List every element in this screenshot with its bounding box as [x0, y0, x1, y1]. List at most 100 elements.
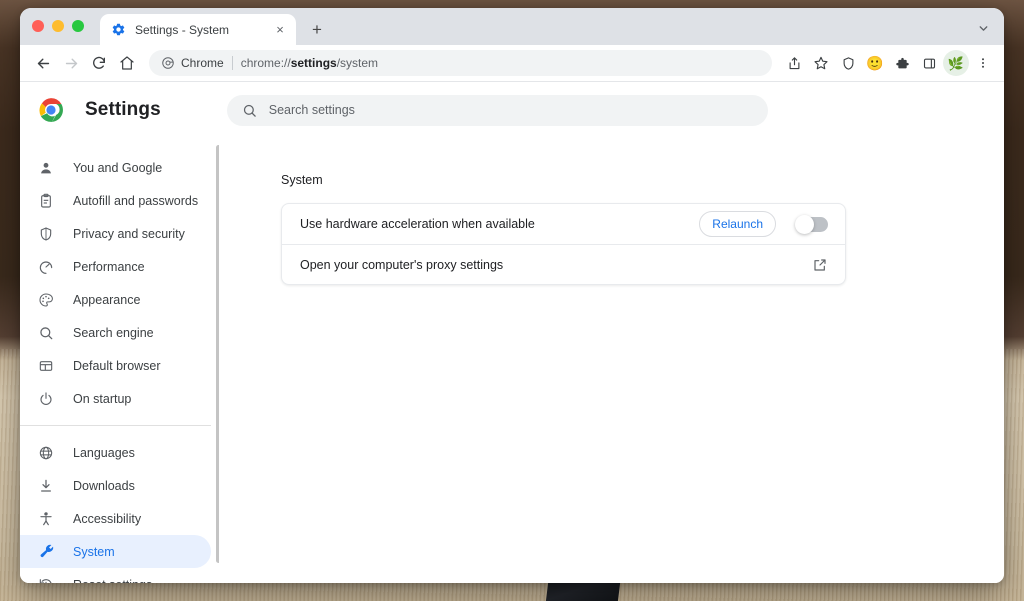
- sidebar-item-performance[interactable]: Performance: [20, 250, 211, 283]
- sidebar-scrollbar[interactable]: [216, 145, 219, 563]
- forward-arrow-icon: [63, 55, 80, 72]
- account-avatar-button[interactable]: 🌿: [943, 50, 969, 76]
- chrome-logo-icon: [38, 97, 64, 123]
- sidebar-item-label: Reset settings: [73, 578, 152, 584]
- share-button[interactable]: [781, 50, 807, 76]
- globe-icon: [36, 443, 56, 463]
- hardware-acceleration-label: Use hardware acceleration when available: [300, 217, 699, 231]
- side-panel-icon: [922, 56, 937, 71]
- system-settings-card: Use hardware acceleration when available…: [281, 203, 846, 285]
- url-highlight: settings: [291, 56, 337, 70]
- palette-icon: [36, 290, 56, 310]
- hardware-acceleration-toggle[interactable]: [796, 217, 828, 232]
- person-accessibility-icon: [36, 509, 56, 529]
- speedometer-icon: [36, 257, 56, 277]
- wrench-icon: [36, 542, 56, 562]
- reload-icon: [91, 55, 107, 71]
- new-tab-button[interactable]: +: [305, 17, 329, 41]
- download-icon: [36, 476, 56, 496]
- shield-icon: [36, 224, 56, 244]
- tab-title: Settings - System: [135, 23, 263, 37]
- proxy-settings-label: Open your computer's proxy settings: [300, 258, 812, 272]
- browser-tab[interactable]: Settings - System ×: [100, 14, 296, 45]
- avatar: 🌿: [943, 50, 969, 76]
- forward-button[interactable]: [58, 50, 84, 76]
- sidebar-item-label: Performance: [73, 260, 145, 274]
- sidebar-item-system[interactable]: System: [20, 535, 211, 568]
- sidebar-item-label: You and Google: [73, 161, 162, 175]
- url-prefix: chrome://: [241, 56, 291, 70]
- share-icon: [787, 56, 802, 71]
- extensions-puzzle-icon: [895, 56, 910, 71]
- sidebar-item-label: Appearance: [73, 293, 140, 307]
- toggle-knob: [795, 215, 814, 234]
- tab-search-button[interactable]: [972, 17, 994, 39]
- extensions-button[interactable]: [889, 50, 915, 76]
- home-button[interactable]: [114, 50, 140, 76]
- address-bar-url: chrome://settings/system: [241, 56, 378, 70]
- external-link-icon[interactable]: [812, 257, 828, 273]
- site-chip[interactable]: Chrome: [161, 56, 224, 70]
- sidebar-item-label: Languages: [73, 446, 135, 460]
- sidebar-item-languages[interactable]: Languages: [20, 436, 211, 469]
- back-button[interactable]: [30, 50, 56, 76]
- sidebar-item-reset-settings[interactable]: Reset settings: [20, 568, 211, 583]
- side-panel-button[interactable]: [916, 50, 942, 76]
- more-menu-icon: [976, 56, 990, 70]
- sidebar-item-accessibility[interactable]: Accessibility: [20, 502, 211, 535]
- close-tab-button[interactable]: ×: [272, 22, 288, 38]
- sidebar-item-privacy-and-security[interactable]: Privacy and security: [20, 217, 211, 250]
- maximize-window-button[interactable]: [72, 20, 84, 32]
- sidebar-divider: [20, 425, 211, 426]
- sidebar-item-downloads[interactable]: Downloads: [20, 469, 211, 502]
- profile-face-button[interactable]: 🙂: [862, 50, 888, 76]
- home-icon: [119, 55, 135, 71]
- privacy-shield-button[interactable]: [835, 50, 861, 76]
- toolbar-actions: 🙂 🌿: [781, 50, 996, 76]
- browser-window-icon: [36, 356, 56, 376]
- relaunch-button[interactable]: Relaunch: [699, 211, 776, 237]
- shield-icon: [841, 56, 856, 71]
- settings-content: System Use hardware acceleration when av…: [219, 138, 1004, 583]
- sidebar-item-label: System: [73, 545, 115, 559]
- search-icon: [242, 103, 257, 118]
- chrome-menu-button[interactable]: [970, 50, 996, 76]
- tab-strip: Settings - System × +: [20, 8, 1004, 45]
- minimize-window-button[interactable]: [52, 20, 64, 32]
- bookmark-button[interactable]: [808, 50, 834, 76]
- browser-toolbar: Chrome chrome://settings/system: [20, 45, 1004, 82]
- hardware-acceleration-row[interactable]: Use hardware acceleration when available…: [282, 204, 845, 244]
- url-suffix: /system: [337, 56, 378, 70]
- sidebar-item-search-engine[interactable]: Search engine: [20, 316, 211, 349]
- power-icon: [36, 389, 56, 409]
- settings-sidebar: You and Google Autofill and passwords Pr…: [20, 138, 219, 583]
- clipboard-icon: [36, 191, 56, 211]
- sidebar-item-label: Privacy and security: [73, 227, 185, 241]
- sidebar-item-label: Search engine: [73, 326, 154, 340]
- chevron-down-icon: [977, 22, 990, 35]
- gear-icon: [111, 22, 126, 37]
- section-title: System: [281, 173, 1004, 187]
- history-icon: [36, 575, 56, 584]
- reload-button[interactable]: [86, 50, 112, 76]
- proxy-settings-row[interactable]: Open your computer's proxy settings: [282, 244, 845, 284]
- desktop-background: Settings - System × +: [0, 0, 1024, 601]
- back-arrow-icon: [35, 55, 52, 72]
- sidebar-item-label: Downloads: [73, 479, 135, 493]
- close-window-button[interactable]: [32, 20, 44, 32]
- omnibox-divider: [232, 56, 233, 70]
- sidebar-item-default-browser[interactable]: Default browser: [20, 349, 211, 382]
- profile-face-icon: 🙂: [866, 56, 883, 70]
- sidebar-item-autofill-and-passwords[interactable]: Autofill and passwords: [20, 184, 211, 217]
- settings-header: Settings: [20, 82, 1004, 138]
- sidebar-item-label: On startup: [73, 392, 131, 406]
- sidebar-item-appearance[interactable]: Appearance: [20, 283, 211, 316]
- address-bar[interactable]: Chrome chrome://settings/system: [149, 50, 772, 76]
- search-input[interactable]: [269, 103, 753, 117]
- browser-window: Settings - System × +: [20, 8, 1004, 583]
- sidebar-item-you-and-google[interactable]: You and Google: [20, 151, 211, 184]
- sidebar-item-label: Accessibility: [73, 512, 141, 526]
- sidebar-item-on-startup[interactable]: On startup: [20, 382, 211, 415]
- settings-body: You and Google Autofill and passwords Pr…: [20, 138, 1004, 583]
- search-settings-box[interactable]: [227, 95, 768, 126]
